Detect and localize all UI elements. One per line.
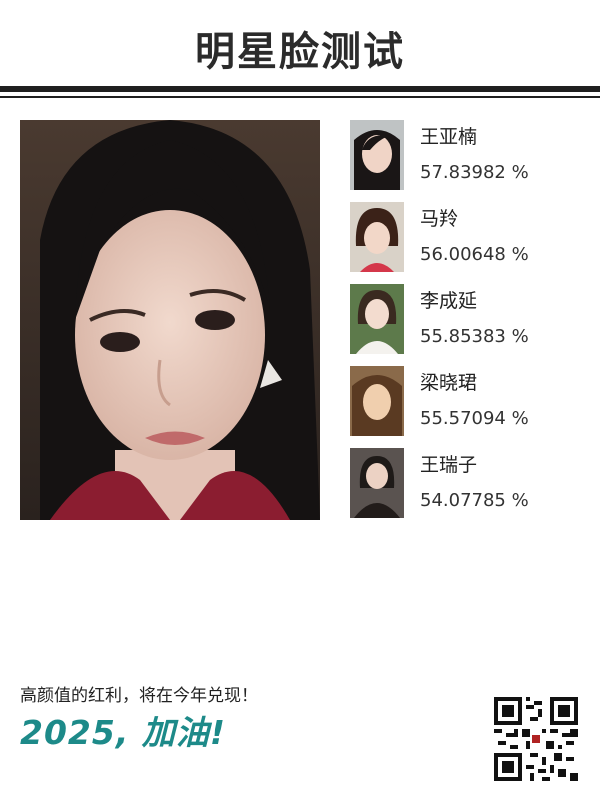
celebrity-name: 马羚 [420,208,459,230]
similarity-score: 55.85383 % [420,326,529,347]
result-item: 梁晓珺 55.57094 % [350,366,590,448]
similarity-score: 57.83982 % [420,162,529,183]
celebrity-name: 王瑞子 [420,454,478,476]
result-item: 王瑞子 54.07785 % [350,448,590,530]
similarity-score: 54.07785 % [420,490,529,511]
celebrity-name: 李成延 [420,290,478,312]
similarity-score: 56.00648 % [420,244,529,265]
celebrity-thumbnail [350,284,404,354]
uploaded-portrait-photo [20,120,320,520]
header-divider-thick [0,86,600,92]
result-item: 王亚楠 57.83982 % [350,120,590,202]
page-title: 明星脸测试 [195,29,405,75]
footer-message: 高颜值的红利，将在今年兑现！ [20,686,258,706]
footer-slogan: 2025, 加油! [20,713,226,752]
lookalike-results-list: 王亚楠 57.83982 % 马羚 56.00648 % 李成延 55.8538… [350,120,590,530]
celebrity-thumbnail [350,120,404,190]
result-item: 李成延 55.85383 % [350,284,590,366]
similarity-score: 55.57094 % [420,408,529,429]
result-item: 马羚 56.00648 % [350,202,590,284]
celebrity-thumbnail [350,202,404,272]
celebrity-name: 梁晓珺 [420,372,478,394]
celebrity-name: 王亚楠 [420,126,478,148]
celebrity-thumbnail [350,366,404,436]
celebrity-thumbnail [350,448,404,518]
header-divider-thin [0,96,600,98]
qr-code-icon [494,697,578,781]
